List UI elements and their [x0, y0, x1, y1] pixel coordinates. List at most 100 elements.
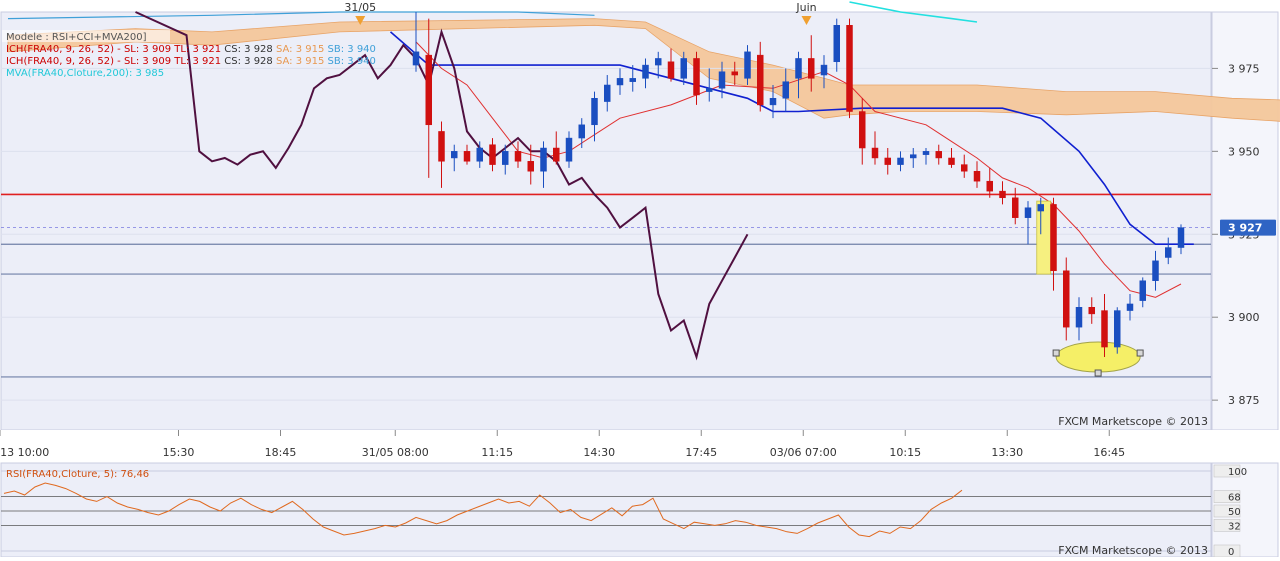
x-tick-label: 03/06 07:00: [770, 446, 837, 459]
candle-body: [1165, 247, 1172, 258]
candle-body: [1139, 280, 1146, 301]
candle-body: [846, 25, 853, 112]
candle-body: [961, 164, 968, 172]
candle-body: [1114, 310, 1121, 348]
candle-body: [1063, 270, 1070, 328]
candle-body: [667, 61, 675, 79]
candle-body: [706, 88, 713, 92]
rsi-level-label: 0: [1228, 547, 1234, 557]
legend-part: CS: 3 928: [221, 56, 273, 67]
candle-body: [897, 157, 904, 165]
legend-part: ICH(FRA40, 9, 26, 52) - SL: 3 909 TL: 3 …: [6, 44, 221, 55]
candle-body: [935, 151, 942, 159]
rsi-level-label: 100: [1228, 467, 1247, 478]
candle-body: [553, 147, 560, 162]
watermark-main: FXCM Marketscope © 2013: [1058, 415, 1208, 428]
candle-body: [604, 84, 611, 102]
candle-body: [629, 78, 636, 82]
candle-body: [655, 58, 662, 66]
candle-body: [502, 151, 509, 165]
candle-body: [412, 51, 420, 66]
candle-body: [1012, 197, 1019, 218]
rsi-level-label: 50: [1228, 507, 1241, 518]
candle-body: [859, 111, 866, 149]
chart-window: 3 9753 9503 9253 9003 8753 927 30/05/201…: [0, 0, 1280, 558]
candle-body: [578, 124, 585, 139]
candle-body: [910, 154, 917, 159]
rsi-label: RSI(FRA40,Cloture, 5): 76,46: [6, 469, 149, 480]
highlight-box[interactable]: [1036, 200, 1052, 275]
ellipse-handle[interactable]: [1052, 349, 1060, 357]
y-tick-label: 3 975: [1228, 62, 1260, 75]
rsi-plot-area[interactable]: [0, 462, 1212, 558]
candle-body: [1101, 310, 1108, 348]
legend-part: SA: 3 915: [273, 56, 325, 67]
top-date-marker-label: Juin: [795, 1, 816, 14]
candle-body: [871, 147, 879, 159]
candle-body: [616, 78, 624, 86]
candle-body: [922, 151, 930, 155]
candle-body: [1075, 307, 1083, 328]
x-tick-label: 10:15: [889, 446, 921, 459]
candle-body: [833, 25, 840, 63]
candle-body: [1050, 204, 1057, 272]
candle-body: [948, 157, 955, 165]
x-tick-label: 15:30: [163, 446, 195, 459]
legend-line-mva: MVA(FRA40,Cloture,200): 3 985: [6, 68, 164, 79]
watermark-rsi: FXCM Marketscope © 2013: [1058, 544, 1208, 557]
main-plot-area[interactable]: [0, 11, 1212, 431]
x-tick-label: 13:30: [991, 446, 1023, 459]
candle-body: [820, 64, 828, 76]
candle-body: [973, 170, 981, 182]
highlight-ellipse[interactable]: [1055, 341, 1141, 373]
candle-body: [731, 71, 738, 76]
top-date-marker-label: 31/05: [344, 1, 376, 14]
candle-body: [782, 81, 789, 99]
candle-body: [527, 161, 534, 172]
y-tick-label: 3 950: [1228, 145, 1260, 158]
candle-body: [591, 98, 598, 126]
candle-body: [1126, 303, 1134, 311]
candle-body: [769, 98, 777, 106]
candle-body: [1177, 227, 1185, 248]
legend-part: ICH(FRA40, 9, 26, 52) - SL: 3 909 TL: 3 …: [6, 56, 221, 67]
x-tick-label: 30/05/2013 10:00: [0, 446, 49, 459]
candle-body: [642, 64, 649, 79]
candle-body: [476, 147, 483, 162]
legend-line-ichimoku: ICH(FRA40, 9, 26, 52) - SL: 3 909 TL: 3 …: [6, 56, 376, 67]
rsi-level-label: 32: [1228, 521, 1241, 532]
legend-part: CS: 3 928: [221, 44, 273, 55]
candle-body: [451, 151, 458, 159]
rsi-level-box: [1213, 544, 1241, 558]
candle-body: [884, 157, 891, 165]
legend-part: SA: 3 915: [273, 44, 325, 55]
candle-body: [1024, 207, 1032, 218]
price-marker-label: 3 927: [1228, 222, 1262, 235]
x-tick-label: 31/05 08:00: [362, 446, 429, 459]
candle-body: [1037, 204, 1044, 212]
y-tick-label: 3 875: [1228, 394, 1260, 407]
candle-body: [489, 144, 496, 165]
candle-body: [986, 180, 993, 192]
x-tick-label: 11:15: [481, 446, 513, 459]
candle-body: [744, 51, 751, 79]
candle-body: [565, 137, 573, 162]
ellipse-handle[interactable]: [1094, 369, 1102, 377]
legend-line-title: Modele : RSI+CCI+MVA200]: [6, 32, 147, 43]
candle-body: [1152, 260, 1159, 281]
legend-line-ichimoku: ICH(FRA40, 9, 26, 52) - SL: 3 909 TL: 3 …: [6, 44, 376, 55]
candle-body: [693, 58, 700, 96]
candle-body: [999, 190, 1006, 199]
candle-body: [718, 71, 726, 89]
price-chart[interactable]: 3 9753 9503 9253 9003 8753 927 30/05/201…: [0, 0, 1280, 558]
y-tick-label: 3 900: [1228, 311, 1260, 324]
x-tick-label: 16:45: [1093, 446, 1125, 459]
candle-body: [680, 58, 687, 79]
candle-body: [757, 54, 764, 106]
x-tick-label: 17:45: [685, 446, 717, 459]
ellipse-handle[interactable]: [1136, 349, 1144, 357]
x-tick-label: 14:30: [583, 446, 615, 459]
legend-part: SB: 3 940: [324, 44, 376, 55]
candle-body: [514, 151, 522, 162]
candle-body: [795, 58, 802, 79]
